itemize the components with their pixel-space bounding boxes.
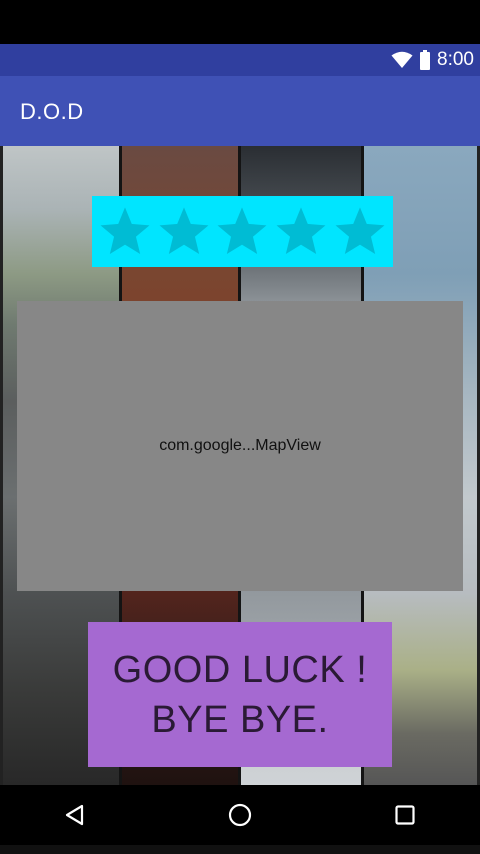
star-icon[interactable] (276, 206, 326, 257)
farewell-line-2: BYE BYE. (151, 698, 329, 741)
rating-bar[interactable] (92, 196, 393, 267)
recents-button[interactable] (389, 799, 421, 831)
home-icon (228, 803, 252, 827)
bottom-bezel (0, 845, 480, 854)
top-bezel (0, 0, 480, 38)
battery-icon (420, 50, 431, 70)
star-icon[interactable] (335, 206, 385, 257)
status-icons: 8:00 (391, 49, 474, 71)
status-time: 8:00 (437, 49, 474, 70)
wifi-icon (391, 51, 413, 68)
content-area: com.google...MapView GOOD LUCK ! BYE BYE… (0, 146, 480, 785)
map-view[interactable]: com.google...MapView (17, 301, 463, 591)
star-icon[interactable] (100, 206, 150, 257)
home-button[interactable] (224, 799, 256, 831)
farewell-line-1: GOOD LUCK ! (112, 648, 368, 691)
status-bar: 8:00 (0, 44, 480, 76)
farewell-message: GOOD LUCK ! BYE BYE. (88, 622, 392, 767)
back-button[interactable] (59, 799, 91, 831)
star-icon[interactable] (217, 206, 267, 257)
back-icon (65, 804, 84, 826)
map-placeholder-label: com.google...MapView (159, 437, 321, 454)
recents-icon (395, 805, 415, 825)
navigation-bar (0, 785, 480, 845)
app-title: D.O.D (20, 99, 84, 124)
star-icon[interactable] (159, 206, 209, 257)
app-bar: D.O.D (0, 76, 480, 146)
